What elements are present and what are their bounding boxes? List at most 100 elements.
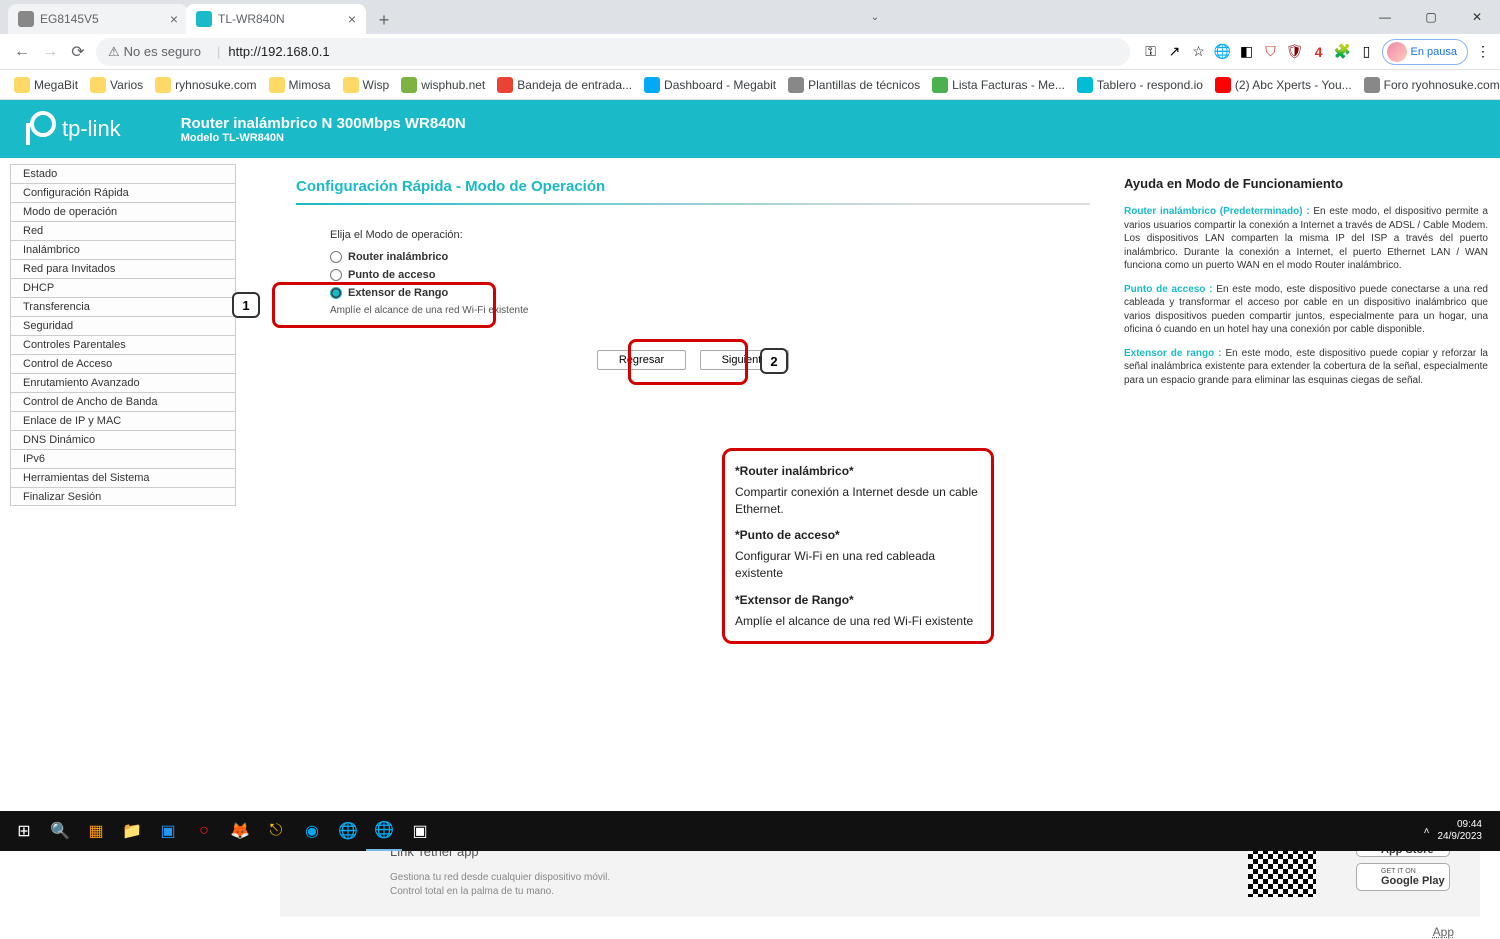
sidebar-item-config-rapida[interactable]: Configuración Rápida (10, 183, 236, 202)
maximize-button[interactable]: ▢ (1408, 0, 1454, 34)
url-text: http://192.168.0.1 (228, 44, 329, 59)
start-button[interactable]: ⊞ (6, 811, 42, 851)
firefox-icon[interactable]: 🦊 (222, 811, 258, 851)
site-icon (1364, 77, 1380, 93)
radio-ap-label[interactable]: Punto de acceso (348, 269, 435, 281)
menu-icon[interactable]: ⋮ (1474, 43, 1492, 61)
promo-subtext: Gestiona tu red desde cualquier disposit… (390, 871, 650, 899)
clock[interactable]: 09:44 24/9/2023 (1438, 819, 1483, 843)
sidebar-item-ip-mac[interactable]: Enlace de IP y MAC (10, 411, 236, 430)
sidebar-item-estado[interactable]: Estado (10, 164, 236, 183)
router-model: Modelo TL-WR840N (181, 132, 466, 144)
bookmark[interactable]: ryhnosuke.com (149, 73, 262, 97)
sidebar-item-control-acceso[interactable]: Control de Acceso (10, 354, 236, 373)
minimize-button[interactable]: — (1362, 0, 1408, 34)
sidebar-item-red-invitados[interactable]: Red para Invitados (10, 259, 236, 278)
radio-ap[interactable] (330, 269, 342, 281)
translate-icon[interactable]: 🌐 (1214, 43, 1232, 61)
explorer-icon[interactable]: 📁 (114, 811, 150, 851)
sidebar-item-ipv6[interactable]: IPv6 (10, 449, 236, 468)
browser-tab-active[interactable]: TL-WR840N × (186, 4, 366, 34)
close-icon[interactable]: × (348, 11, 356, 27)
ext1-icon[interactable]: ◧ (1238, 43, 1256, 61)
close-icon[interactable]: × (170, 11, 178, 27)
reload-button[interactable]: ⟳ (64, 38, 92, 66)
bookmark[interactable]: Tablero - respond.io (1071, 73, 1209, 97)
sidebar-item-dns-dinamico[interactable]: DNS Dinámico (10, 430, 236, 449)
opera-icon[interactable]: ○ (186, 811, 222, 851)
sidebar-item-transferencia[interactable]: Transferencia (10, 297, 236, 316)
close-window-button[interactable]: ✕ (1454, 0, 1500, 34)
bookmark[interactable]: Dashboard - Megabit (638, 73, 782, 97)
star-icon[interactable]: ☆ (1190, 43, 1208, 61)
help-paragraph: Punto de acceso : En este modo, este dis… (1124, 283, 1488, 337)
puzzle-icon[interactable]: 🧩 (1334, 43, 1352, 61)
system-tray[interactable]: ˄ 09:44 24/9/2023 (1424, 819, 1494, 843)
profile-button[interactable]: En pausa (1382, 39, 1468, 65)
bookmark[interactable]: (2) Abc Xperts - You... (1209, 73, 1358, 97)
app-icon[interactable]: ▣ (150, 811, 186, 851)
chrome-active-icon[interactable]: 🌐 (366, 811, 402, 851)
sidebar-item-logout[interactable]: Finalizar Sesión (10, 487, 236, 506)
sidebar-item-controles-parentales[interactable]: Controles Parentales (10, 335, 236, 354)
ext2-icon[interactable]: ⛉ (1262, 43, 1280, 61)
googleplay-badge[interactable]: GET IT ON Google Play (1356, 863, 1450, 891)
youtube-icon (1215, 77, 1231, 93)
forward-button[interactable]: → (36, 38, 64, 66)
url-field[interactable]: ⚠ No es seguro | http://192.168.0.1 (96, 38, 1130, 66)
sidebar-item-herramientas[interactable]: Herramientas del Sistema (10, 468, 236, 487)
sidebar: Estado Configuración Rápida Modo de oper… (0, 158, 246, 811)
site-icon (497, 77, 513, 93)
browser-tab-bar: EG8145V5 × TL-WR840N × + ⌄ — ▢ ✕ (0, 0, 1500, 34)
annotation-box-2 (628, 339, 748, 385)
help-panel: Ayuda en Modo de Funcionamiento Router i… (1120, 158, 1500, 811)
app-link[interactable]: App (1433, 925, 1454, 939)
radio-router[interactable] (330, 251, 342, 263)
bookmark[interactable]: wisphub.net (395, 73, 491, 97)
tray-chevron-icon[interactable]: ˄ (1424, 826, 1430, 837)
radio-router-label[interactable]: Router inalámbrico (348, 251, 448, 263)
terminal-icon[interactable]: ▣ (402, 811, 438, 851)
share-icon[interactable]: ↗ (1166, 43, 1184, 61)
bookmark[interactable]: Bandeja de entrada... (491, 73, 638, 97)
ublock-icon[interactable]: 🛡 (1286, 43, 1304, 61)
key-icon[interactable]: ⚿ (1142, 43, 1160, 61)
new-tab-button[interactable]: + (370, 6, 398, 34)
sidebar-item-seguridad[interactable]: Seguridad (10, 316, 236, 335)
tab-title: EG8145V5 (40, 12, 99, 26)
bookmark[interactable]: Foro ryohnosuke.com (1358, 73, 1500, 97)
router-title: Router inalámbrico N 300Mbps WR840N (181, 115, 466, 132)
bookmark[interactable]: MegaBit (8, 73, 84, 97)
browser-tab[interactable]: EG8145V5 × (8, 4, 188, 34)
search-icon[interactable]: 🔍 (42, 811, 78, 851)
address-bar: ← → ⟳ ⚠ No es seguro | http://192.168.0.… (0, 34, 1500, 70)
globe-icon (18, 11, 34, 27)
bookmark[interactable]: Lista Facturas - Me... (926, 73, 1071, 97)
bookmark[interactable]: Plantillas de técnicos (782, 73, 926, 97)
sidepanel-icon[interactable]: ▯ (1358, 43, 1376, 61)
back-button[interactable]: ← (8, 38, 36, 66)
sidebar-item-inalambrico[interactable]: Inalámbrico (10, 240, 236, 259)
tplink-favicon-icon (196, 11, 212, 27)
form-prompt: Elija el Modo de operación: (330, 229, 1090, 241)
annotation-number-2: 2 (760, 348, 788, 374)
not-secure-icon: ⚠ No es seguro (108, 44, 201, 60)
tabs-menu-icon[interactable]: ⌄ (871, 12, 879, 23)
tab-title: TL-WR840N (218, 12, 285, 26)
sidebar-item-red[interactable]: Red (10, 221, 236, 240)
folder-icon (14, 77, 30, 93)
help-paragraph: Extensor de rango : En este modo, este d… (1124, 347, 1488, 388)
bookmark[interactable]: Mimosa (263, 73, 337, 97)
bookmark[interactable]: Wisp (337, 73, 396, 97)
window-controls: — ▢ ✕ (1362, 0, 1500, 34)
sidebar-item-ancho-banda[interactable]: Control de Ancho de Banda (10, 392, 236, 411)
sidebar-item-enrutamiento[interactable]: Enrutamiento Avanzado (10, 373, 236, 392)
sidebar-item-dhcp[interactable]: DHCP (10, 278, 236, 297)
chrome-icon[interactable]: 🌐 (330, 811, 366, 851)
bookmark[interactable]: Varios (84, 73, 149, 97)
sidebar-item-modo-operacion[interactable]: Modo de operación (10, 202, 236, 221)
app-icon[interactable]: ▦ (78, 811, 114, 851)
app-icon[interactable]: ◉ (294, 811, 330, 851)
app-icon[interactable]: ⎋ (258, 811, 294, 851)
site-icon (1077, 77, 1093, 93)
